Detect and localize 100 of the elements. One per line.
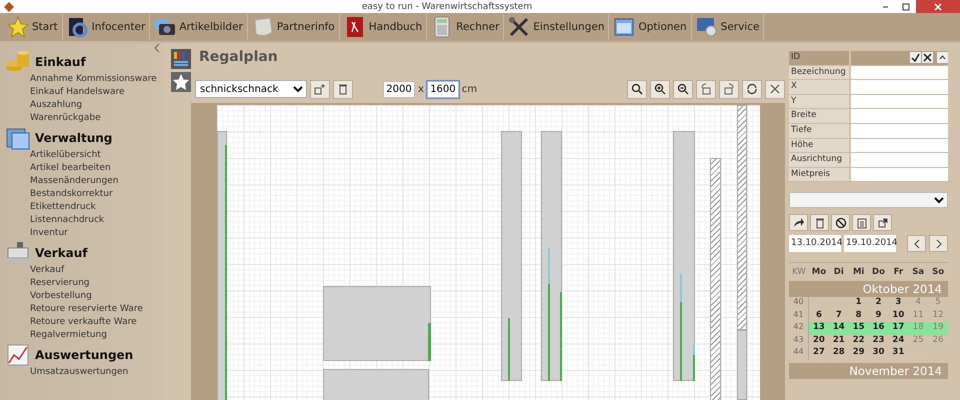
cancel-icon — [834, 216, 846, 229]
property-field[interactable] — [851, 94, 948, 108]
calendar-day[interactable]: 7 — [828, 310, 849, 322]
calendar-day[interactable]: 8 — [848, 310, 869, 322]
width-field[interactable]: 2000 — [383, 80, 415, 98]
property-field[interactable] — [851, 80, 948, 94]
toolbar-button[interactable]: Rechner — [427, 14, 504, 40]
property-label: X — [789, 80, 849, 94]
calendar-header: Mi — [852, 267, 866, 280]
close-button[interactable] — [765, 80, 785, 98]
collapse-button[interactable] — [937, 52, 948, 64]
sidebar-item[interactable]: Verkauf — [30, 264, 163, 277]
search-button[interactable] — [627, 80, 647, 98]
calendar-day[interactable]: 9 — [868, 310, 888, 322]
close-icon — [769, 83, 781, 95]
calendar-day[interactable]: 6 — [809, 310, 829, 322]
calendar-day[interactable]: 17 — [888, 322, 908, 335]
toolbar-button[interactable]: Optionen — [609, 14, 692, 40]
property-field[interactable] — [851, 168, 948, 182]
calendar-day[interactable]: 24 — [888, 334, 908, 348]
sidebar-item[interactable]: Retoure verkaufte Ware — [30, 316, 163, 329]
calendar-day[interactable]: 14 — [828, 322, 849, 335]
date-from-field[interactable]: 13.10.2014 — [789, 235, 841, 252]
plan-dropdown[interactable]: schnickschnack — [195, 80, 307, 98]
toolbar-button[interactable]: Start — [3, 14, 63, 40]
paper-icon — [252, 16, 274, 38]
sidebar-item[interactable]: Bestandskorrektur — [30, 188, 163, 201]
sidebar-item[interactable]: Regalvermietung — [30, 329, 163, 342]
cancel-button[interactable] — [922, 52, 933, 64]
toolbar-button[interactable]: Service — [692, 14, 764, 40]
toolbar-button[interactable]: Handbuch — [340, 14, 428, 40]
delete-icon — [814, 216, 826, 229]
date-to-field[interactable]: 19.10.2014 — [844, 235, 896, 252]
next-button[interactable] — [929, 235, 948, 252]
property-field[interactable] — [851, 138, 948, 152]
toolbar-button[interactable]: Artikelbilder — [150, 14, 248, 40]
zoom-in-button[interactable] — [650, 80, 670, 98]
sidebar-item[interactable]: Listennachdruck — [30, 214, 163, 227]
close-icon[interactable] — [916, 0, 960, 13]
sidebar-item[interactable]: Retoure reservierte Ware — [30, 303, 163, 316]
calendar-day[interactable]: 20 — [809, 334, 829, 348]
sidebar-item[interactable]: Etikettendruck — [30, 201, 163, 214]
clipboard-button[interactable] — [852, 214, 871, 232]
month-heading: Oktober 2014 — [789, 281, 948, 298]
calendar-header: Sa — [911, 267, 926, 280]
sidebar-item[interactable]: Massenänderungen — [30, 175, 163, 188]
calendar-day[interactable]: 13 — [809, 322, 829, 335]
calendar-day[interactable]: 1 — [848, 297, 869, 310]
height-field[interactable]: 1600 — [426, 80, 459, 98]
sidebar-item[interactable]: Vorbestellung — [30, 290, 163, 303]
property-field[interactable] — [851, 66, 948, 80]
calendar-day[interactable]: 2 — [868, 297, 888, 310]
calendar-day[interactable]: 29 — [848, 347, 869, 360]
sidebar-item[interactable]: Einkauf Handelsware — [30, 86, 163, 99]
property-field[interactable] — [851, 109, 948, 123]
toolbar-button[interactable]: Einstellungen — [504, 14, 610, 40]
calendar-day[interactable]: 27 — [809, 347, 829, 360]
property-field[interactable] — [851, 124, 948, 138]
calendar-day[interactable]: 23 — [868, 334, 888, 348]
close-icon — [923, 53, 932, 62]
star-icon[interactable] — [171, 72, 191, 92]
previous-button[interactable] — [907, 235, 926, 252]
sidebar-item[interactable]: Auszahlung — [30, 99, 163, 112]
rotate-right-button[interactable] — [719, 80, 739, 98]
sidebar-item[interactable]: Artikel bearbeiten — [30, 162, 163, 175]
fill-bar — [428, 323, 431, 361]
sidebar-item[interactable]: Inventur — [30, 227, 163, 240]
calendar-day[interactable]: 31 — [888, 347, 908, 360]
calendar-day[interactable]: 3 — [888, 297, 908, 310]
toolbar-button[interactable]: Infocenter — [62, 14, 150, 40]
sidebar-item[interactable]: Umsatzauswertungen — [30, 366, 163, 379]
calendar-day[interactable]: 22 — [848, 334, 869, 348]
rotate-right-icon — [723, 83, 735, 95]
sidebar-item[interactable]: Warenrückgabe — [30, 112, 163, 125]
external-link-button[interactable] — [873, 214, 892, 232]
section-heading: Verkauf — [35, 246, 88, 260]
calendar-day[interactable]: 10 — [888, 310, 908, 322]
refresh-button[interactable] — [742, 80, 762, 98]
forward-button[interactable] — [789, 214, 808, 232]
calendar-header: KW — [791, 267, 807, 280]
shelf-icon[interactable] — [171, 49, 191, 69]
property-field[interactable] — [851, 153, 948, 167]
calendar-day[interactable]: 16 — [868, 322, 888, 335]
add-plan-button[interactable] — [310, 80, 330, 98]
calendar-day[interactable]: 30 — [868, 347, 888, 360]
sidebar-item[interactable]: Reservierung — [30, 277, 163, 290]
calendar-day[interactable]: 15 — [848, 322, 869, 335]
calendar-day[interactable]: 21 — [828, 334, 849, 348]
delete-button[interactable] — [333, 80, 353, 98]
calendar-day[interactable]: 28 — [828, 347, 849, 360]
delete-button[interactable] — [810, 214, 829, 232]
calendar-header: So — [931, 267, 946, 280]
confirm-button[interactable] — [910, 52, 921, 64]
cancel-button[interactable] — [831, 214, 850, 232]
sidebar-item[interactable]: Artikelübersicht — [30, 149, 163, 162]
zoom-out-button[interactable] — [673, 80, 693, 98]
sidebar-item[interactable]: Annahme Kommissionsware — [30, 73, 163, 86]
collapse-icon[interactable] — [153, 43, 161, 53]
toolbar-button[interactable]: Partnerinfo — [248, 14, 340, 40]
rotate-left-button[interactable] — [696, 80, 716, 98]
